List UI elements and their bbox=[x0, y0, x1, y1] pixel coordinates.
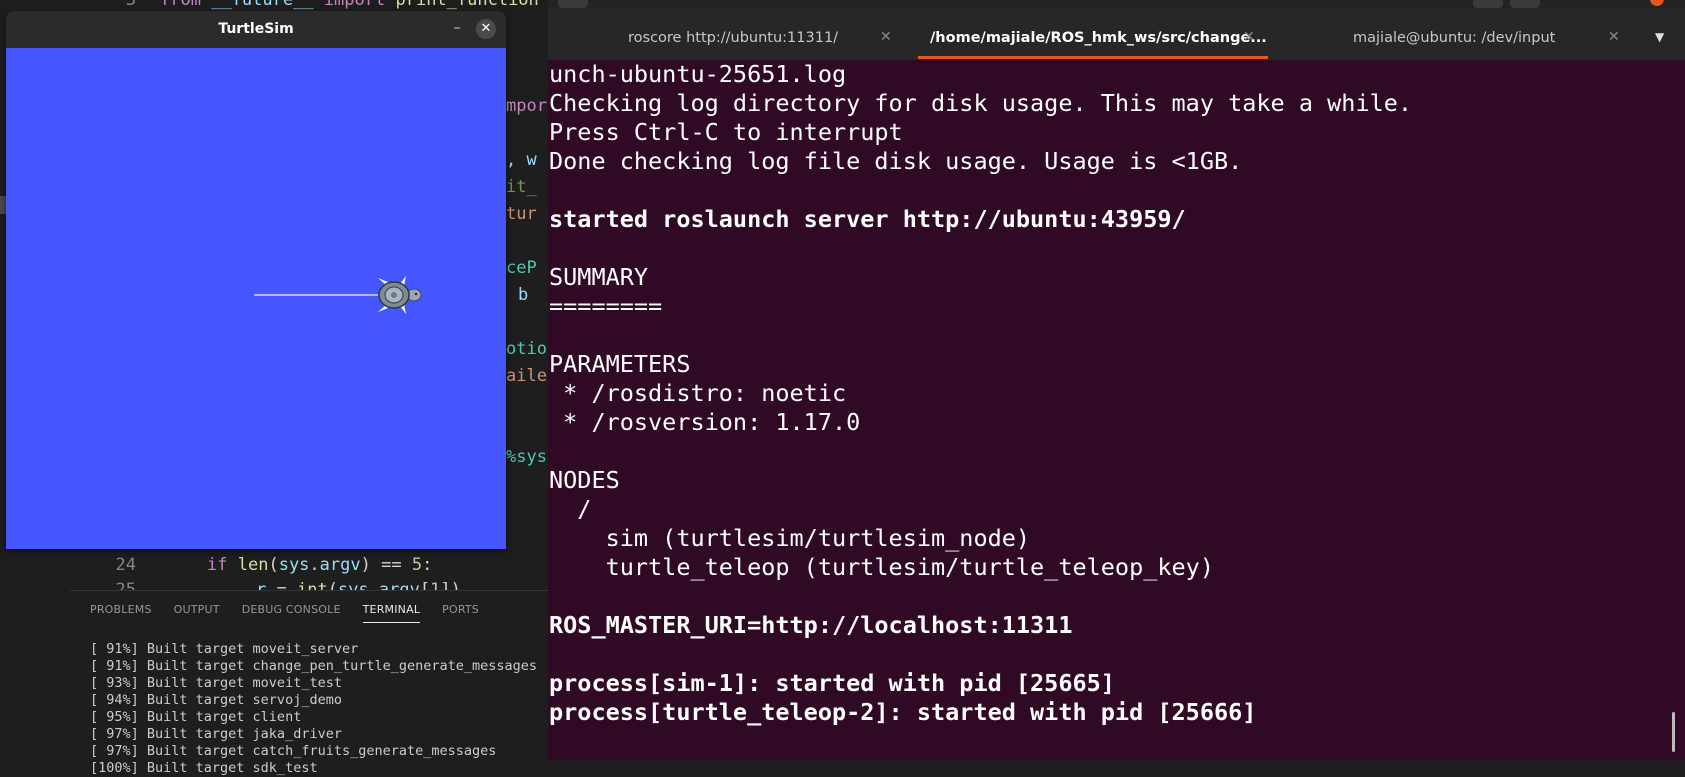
code-fragment: , w bbox=[506, 150, 537, 170]
terminal-header: roscore http://ubuntu:11311/ ✕ /home/maj… bbox=[548, 0, 1685, 60]
tab-terminal[interactable]: TERMINAL bbox=[362, 603, 421, 623]
turtle-icon bbox=[378, 276, 422, 314]
tab-problems[interactable]: PROBLEMS bbox=[90, 603, 152, 623]
terminal-tab-change-pen[interactable]: /home/majiale/ROS_hmk_ws/src/change... bbox=[930, 30, 1267, 46]
terminal-line: started roslaunch server http://ubuntu:4… bbox=[549, 205, 1186, 233]
code-fragment: otio bbox=[506, 339, 547, 359]
terminal-line: * /rosdistro: noetic bbox=[549, 379, 847, 407]
bottom-panel: PROBLEMS OUTPUT DEBUG CONSOLE TERMINAL P… bbox=[70, 590, 560, 777]
terminal-line: sim (turtlesim/turtlesim_node) bbox=[549, 524, 1031, 552]
turtlesim-window[interactable]: TurtleSim – ✕ bbox=[6, 11, 506, 549]
tab-output[interactable]: OUTPUT bbox=[174, 603, 220, 623]
code-fragment: aile bbox=[506, 366, 547, 386]
close-icon[interactable]: ✕ bbox=[476, 19, 496, 39]
terminal-output[interactable]: unch-ubuntu-25651.log Checking log direct… bbox=[549, 60, 1664, 760]
tab-debug-console[interactable]: DEBUG CONSOLE bbox=[242, 603, 341, 623]
terminal-tab-dev-input[interactable]: majiale@ubuntu: /dev/input bbox=[1353, 30, 1555, 46]
line-number: 24 bbox=[115, 555, 136, 575]
turtlesim-titlebar[interactable]: TurtleSim – ✕ bbox=[6, 11, 506, 48]
terminal-line: unch-ubuntu-25651.log bbox=[549, 60, 847, 88]
terminal-scrollbar[interactable] bbox=[1672, 712, 1675, 752]
menu-button[interactable] bbox=[1510, 0, 1540, 8]
panel-line: [ 95%] Built target client bbox=[90, 709, 302, 725]
panel-line: [ 97%] Built target catch_fruits_generat… bbox=[90, 743, 497, 759]
code-line-24[interactable]: if len(sys.argv) == 5: bbox=[207, 555, 432, 575]
tab-list-dropdown-icon[interactable]: ▼ bbox=[1655, 30, 1664, 44]
terminal-window[interactable]: roscore http://ubuntu:11311/ ✕ /home/maj… bbox=[548, 0, 1685, 760]
terminal-line: process[sim-1]: started with pid [25665] bbox=[549, 669, 1115, 697]
turtlesim-canvas bbox=[6, 48, 506, 549]
code-fragment: ceP bbox=[506, 258, 537, 278]
terminal-tab-roscore[interactable]: roscore http://ubuntu:11311/ bbox=[628, 30, 838, 46]
terminal-line: process[turtle_teleop-2]: started with p… bbox=[549, 698, 1257, 726]
panel-line: [ 93%] Built target moveit_test bbox=[90, 675, 342, 691]
terminal-line: turtle_teleop (turtlesim/turtle_teleop_k… bbox=[549, 553, 1214, 581]
code-fragment: it_ bbox=[506, 177, 537, 197]
code-fragment: %sys bbox=[506, 447, 547, 467]
code-fragment: b bbox=[518, 285, 529, 305]
window-title: TurtleSim bbox=[218, 21, 294, 37]
code-fragment: tur bbox=[506, 204, 537, 224]
close-tab-icon[interactable]: ✕ bbox=[1608, 29, 1620, 45]
panel-line: [ 91%] Built target change_pen_turtle_ge… bbox=[90, 658, 538, 674]
tab-ports[interactable]: PORTS bbox=[442, 603, 479, 623]
new-tab-button[interactable] bbox=[558, 0, 588, 8]
terminal-line: * /rosversion: 1.17.0 bbox=[549, 408, 861, 436]
code-fragment: mpor bbox=[506, 96, 547, 116]
terminal-line: NODES bbox=[549, 466, 620, 494]
terminal-line: PARAMETERS bbox=[549, 350, 691, 378]
terminal-line: ======== bbox=[549, 292, 663, 320]
search-button[interactable] bbox=[1473, 0, 1503, 8]
terminal-line: SUMMARY bbox=[549, 263, 649, 291]
panel-line: [ 91%] Built target moveit_server bbox=[90, 641, 359, 657]
panel-line: [ 97%] Built target jaka_driver bbox=[90, 726, 342, 742]
panel-tabs: PROBLEMS OUTPUT DEBUG CONSOLE TERMINAL P… bbox=[90, 603, 479, 623]
terminal-line: Press Ctrl-C to interrupt bbox=[549, 118, 903, 146]
terminal-line: Checking log directory for disk usage. T… bbox=[549, 89, 1413, 117]
line-number: 3 bbox=[125, 0, 136, 10]
terminal-line: / bbox=[549, 495, 592, 523]
turtlesim-drawing bbox=[254, 276, 422, 314]
active-tab-indicator bbox=[918, 56, 1268, 59]
close-tab-icon[interactable]: ✕ bbox=[880, 29, 892, 45]
terminal-line: ROS_MASTER_URI=http://localhost:11311 bbox=[549, 611, 1073, 639]
panel-line: [100%] Built target sdk_test bbox=[90, 760, 318, 776]
minimize-icon[interactable]: – bbox=[446, 17, 468, 39]
code-line-3[interactable]: from __future__ import print_function bbox=[160, 0, 539, 10]
close-tab-icon[interactable]: ✕ bbox=[1243, 29, 1255, 45]
terminal-line: Done checking log file disk usage. Usage… bbox=[549, 147, 1243, 175]
panel-line: [ 94%] Built target servoj_demo bbox=[90, 692, 342, 708]
panel-terminal-output[interactable]: [ 91%] Built target moveit_server [ 91%]… bbox=[90, 641, 537, 777]
